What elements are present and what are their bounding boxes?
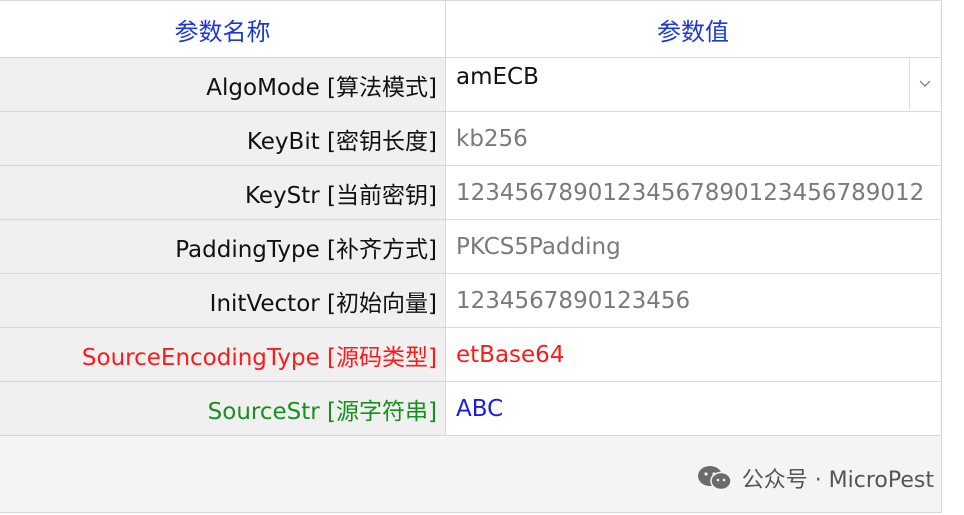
header-param-name[interactable]: 参数名称 — [0, 1, 446, 57]
row-sourceencodingtype[interactable]: SourceEncodingType [源码类型] etBase64 — [0, 328, 940, 382]
row-sourcestr[interactable]: SourceStr [源字符串] ABC — [0, 382, 940, 436]
row-initvector[interactable]: InitVector [初始向量] 1234567890123456 — [0, 274, 940, 328]
row-algomode[interactable]: AlgoMode [算法模式] amECB — [0, 58, 940, 112]
keybit-label: KeyBit [密钥长度] — [0, 112, 446, 165]
wechat-icon — [697, 466, 732, 491]
watermark-text: 公众号 · MicroPest — [741, 468, 934, 493]
dropdown-button[interactable] — [909, 58, 940, 110]
row-keystr[interactable]: KeyStr [当前密钥] 12345678901234567890123456… — [0, 166, 940, 220]
algomode-label: AlgoMode [算法模式] — [0, 58, 446, 111]
sourceencodingtype-value[interactable]: etBase64 — [446, 328, 940, 381]
grid-header: 参数名称 参数值 — [0, 0, 940, 58]
keystr-label: KeyStr [当前密钥] — [0, 166, 446, 219]
row-paddingtype[interactable]: PaddingType [补齐方式] PKCS5Padding — [0, 220, 940, 274]
header-param-value[interactable]: 参数值 — [446, 1, 940, 57]
initvector-label: InitVector [初始向量] — [0, 274, 446, 327]
sourcestr-label: SourceStr [源字符串] — [0, 382, 446, 435]
chevron-down-icon — [919, 80, 931, 87]
algomode-value: amECB — [456, 64, 539, 90]
row-keybit[interactable]: KeyBit [密钥长度] kb256 — [0, 112, 940, 166]
paddingtype-value[interactable]: PKCS5Padding — [446, 220, 940, 273]
sourcestr-value[interactable]: ABC — [446, 382, 940, 435]
initvector-value[interactable]: 1234567890123456 — [446, 274, 940, 327]
paddingtype-label: PaddingType [补齐方式] — [0, 220, 446, 273]
watermark: 公众号 · MicroPest — [696, 462, 934, 494]
property-grid: 参数名称 参数值 AlgoMode [算法模式] amECB KeyBit [密… — [0, 0, 942, 513]
sourceencodingtype-label: SourceEncodingType [源码类型] — [0, 328, 446, 381]
algomode-dropdown[interactable]: amECB — [446, 58, 940, 111]
keystr-value[interactable]: 12345678901234567890123456789012 — [446, 166, 940, 219]
keybit-value[interactable]: kb256 — [446, 112, 940, 165]
